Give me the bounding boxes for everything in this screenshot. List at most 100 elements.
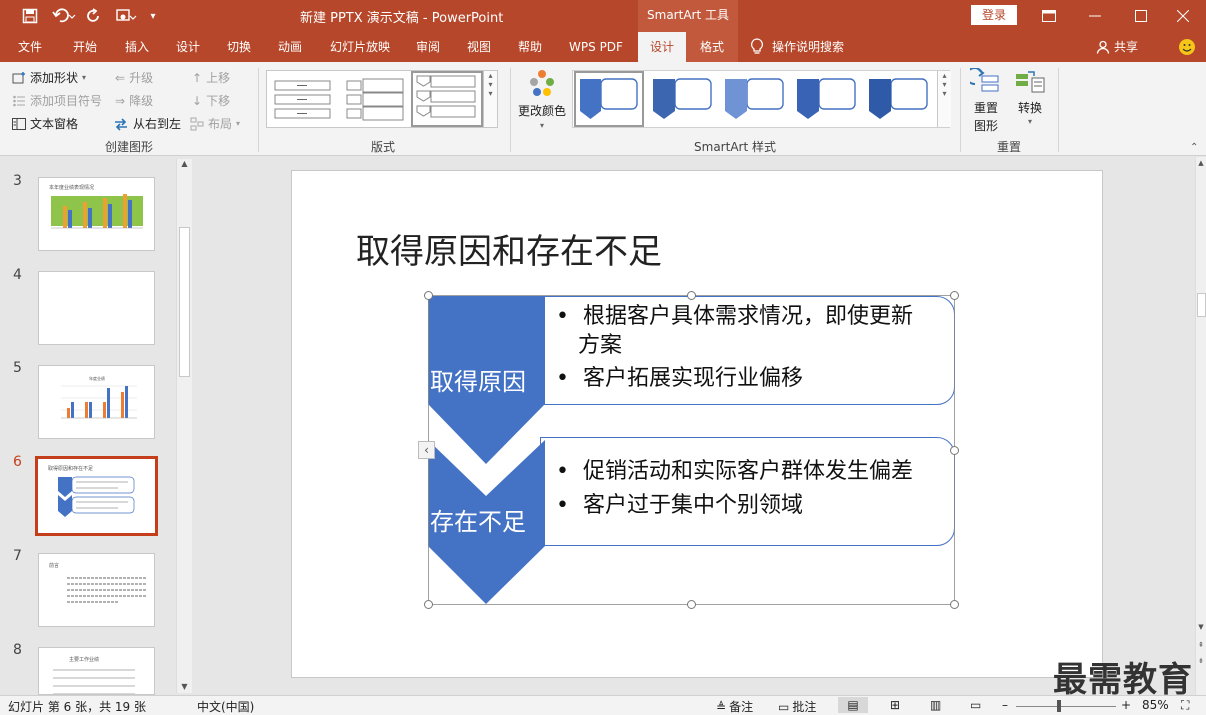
- slide-info: 幻灯片 第 6 张，共 19 张: [8, 700, 146, 714]
- layouts-gallery-scroll[interactable]: ▴ ▾ ▾: [483, 71, 497, 127]
- create-graphic-group-label: 创建图形: [104, 140, 153, 154]
- bullet-text-line[interactable]: • 客户拓展实现行业偏移: [556, 363, 803, 395]
- normal-view-icon[interactable]: ▤: [838, 697, 868, 713]
- bullet-text: 根据客户具体需求情况，即使更新: [582, 304, 913, 329]
- tab-design[interactable]: 设计: [165, 32, 211, 62]
- tell-me-search[interactable]: 操作说明搜索: [750, 32, 858, 62]
- zoom-slider-thumb[interactable]: [1057, 700, 1061, 712]
- previous-slide-icon[interactable]: ⇞: [1196, 641, 1206, 649]
- layout-option-3: [416, 75, 476, 118]
- touch-mode-icon[interactable]: [113, 6, 139, 26]
- tab-insert[interactable]: 插入: [114, 32, 160, 62]
- text-pane-toggle-icon[interactable]: ‹: [418, 441, 435, 459]
- move-up-button[interactable]: ↑ 上移: [192, 69, 230, 86]
- slideshow-view-icon[interactable]: ▭: [970, 698, 981, 712]
- demote-button[interactable]: ⇒ 降级: [115, 92, 153, 109]
- layout-options: [274, 71, 483, 127]
- smartart-styles-gallery[interactable]: ▴ ▾ ▾: [572, 70, 951, 128]
- close-icon[interactable]: [1160, 0, 1206, 32]
- thumbnail-scrollbar[interactable]: ▲ ▼: [176, 159, 192, 693]
- chevron-label-1[interactable]: 取得原因: [430, 362, 526, 397]
- slide-thumbnail-5[interactable]: 年度业绩: [38, 365, 155, 439]
- language-indicator[interactable]: 中文(中国): [197, 698, 254, 715]
- reset-label-1: 重置: [973, 101, 998, 115]
- tab-transitions[interactable]: 切换: [216, 32, 262, 62]
- resize-handle[interactable]: [687, 600, 696, 609]
- change-colors-button[interactable]: 更改颜色 ▾: [518, 68, 566, 130]
- notes-label: 备注: [729, 700, 754, 714]
- promote-button[interactable]: ⇐ 升级: [115, 69, 153, 86]
- login-button[interactable]: 登录: [971, 5, 1017, 25]
- smiley-icon[interactable]: [1176, 32, 1198, 62]
- comments-button[interactable]: ▭ 批注: [778, 698, 816, 715]
- tab-view[interactable]: 视图: [457, 32, 501, 62]
- layout-button[interactable]: 布局 ▾: [190, 115, 240, 132]
- tab-slideshow[interactable]: 幻灯片放映: [322, 32, 398, 62]
- resize-handle[interactable]: [424, 600, 433, 609]
- resize-handle[interactable]: [687, 291, 696, 300]
- scroll-up-icon[interactable]: ▲: [177, 159, 192, 168]
- customize-icon[interactable]: ▾: [143, 6, 163, 26]
- resize-handle[interactable]: [950, 291, 959, 300]
- resize-handle[interactable]: [950, 446, 959, 455]
- scroll-down-icon[interactable]: ▼: [1196, 623, 1206, 631]
- add-bullet-button[interactable]: 添加项目符号: [12, 92, 102, 109]
- up-arrow-icon: ↑: [192, 70, 203, 85]
- bullet-text-line[interactable]: • 根据客户具体需求情况，即使更新: [556, 301, 913, 333]
- layout-label: 布局: [208, 117, 233, 131]
- thumb-chart: [51, 194, 143, 229]
- zoom-out-icon[interactable]: –: [1002, 698, 1008, 712]
- smartart-tools-label: SmartArt 工具: [638, 0, 738, 32]
- slide-thumbnail-4[interactable]: [38, 271, 155, 345]
- tab-wps-pdf[interactable]: WPS PDF: [560, 32, 632, 62]
- slide-thumbnail-3[interactable]: 本年度业绩表现情况: [38, 177, 155, 251]
- slide-thumbnail-7[interactable]: 前言: [38, 553, 155, 627]
- zoom-slider-track[interactable]: [1016, 706, 1116, 707]
- right-to-left-button[interactable]: 从右到左: [113, 115, 181, 132]
- notes-button[interactable]: ≜ 备注: [716, 698, 753, 715]
- bullet-text-line[interactable]: • 客户过于集中个别领域: [556, 490, 803, 522]
- reset-label-2: 图形: [973, 119, 998, 133]
- share-button[interactable]: 共享: [1096, 32, 1144, 62]
- move-down-button[interactable]: ↓ 下移: [192, 92, 230, 109]
- maximize-icon[interactable]: [1118, 0, 1164, 32]
- bullet-text-line[interactable]: 方案: [578, 330, 622, 362]
- redo-icon[interactable]: [84, 6, 104, 26]
- convert-button[interactable]: 转换 ▾: [1014, 68, 1046, 126]
- collapse-ribbon-icon[interactable]: ⌃: [1190, 142, 1198, 153]
- scroll-up-icon[interactable]: ▲: [1196, 159, 1206, 167]
- next-slide-icon[interactable]: ⇟: [1196, 657, 1206, 665]
- chevron-label-2[interactable]: 存在不足: [430, 502, 526, 537]
- styles-gallery-scroll[interactable]: ▴ ▾ ▾: [937, 71, 951, 127]
- layouts-gallery[interactable]: ▴ ▾ ▾: [266, 70, 498, 128]
- resize-handle[interactable]: [950, 600, 959, 609]
- slide-thumbnail-8[interactable]: 主要工作业绩: [38, 647, 155, 695]
- slide-sorter-icon[interactable]: ⊞: [890, 698, 900, 712]
- resize-handle[interactable]: [424, 291, 433, 300]
- bullet-list-icon: [13, 95, 25, 106]
- undo-icon[interactable]: [50, 6, 78, 26]
- scroll-down-icon[interactable]: ▼: [177, 682, 192, 691]
- reset-graphic-button[interactable]: 重置 图形: [970, 68, 1002, 134]
- text-pane-button[interactable]: 文本窗格: [12, 115, 78, 132]
- ribbon-display-icon[interactable]: [1026, 0, 1072, 32]
- tab-review[interactable]: 审阅: [406, 32, 450, 62]
- document-title: 新建 PPTX 演示文稿 - PowerPoint: [300, 11, 504, 26]
- change-colors-label: 更改颜色: [518, 104, 567, 118]
- tab-format[interactable]: 格式: [686, 32, 738, 62]
- add-shape-button[interactable]: 添加形状 ▾: [12, 69, 86, 86]
- reading-view-icon[interactable]: ▥: [930, 698, 941, 712]
- slide-scrollbar[interactable]: ▲ ▼ ⇞ ⇟: [1195, 157, 1206, 695]
- save-icon[interactable]: [20, 6, 40, 26]
- tab-home[interactable]: 开始: [62, 32, 108, 62]
- tab-help[interactable]: 帮助: [508, 32, 552, 62]
- thumbnail-scroll-thumb[interactable]: [179, 227, 190, 377]
- slide-title[interactable]: 取得原因和存在不足: [356, 224, 662, 273]
- slide-scroll-thumb[interactable]: [1197, 293, 1206, 317]
- tab-file[interactable]: 文件: [8, 32, 52, 62]
- tab-animations[interactable]: 动画: [267, 32, 313, 62]
- slide-thumbnail-6[interactable]: 取得原因和存在不足: [35, 456, 158, 536]
- minimize-icon[interactable]: [1072, 0, 1118, 32]
- bullet-text-line[interactable]: • 促销活动和实际客户群体发生偏差: [556, 456, 913, 488]
- tab-smartart-design[interactable]: 设计: [638, 32, 686, 62]
